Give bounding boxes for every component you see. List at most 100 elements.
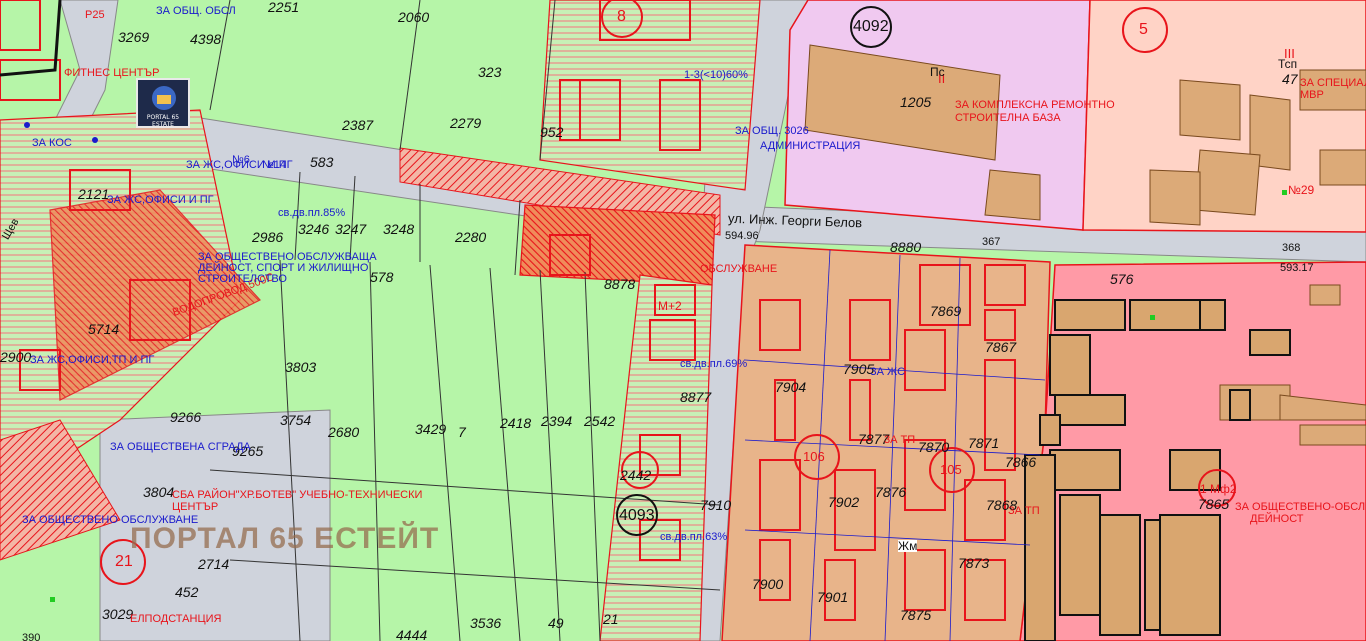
zone-label: 4092 [853,18,889,35]
zone-label: 106 [803,449,825,464]
parcel-number: 2680 [328,424,360,440]
parcel-number: 47 [1282,71,1298,87]
parcel-number: 2121 [78,186,110,202]
zone-text: МВР [1300,89,1324,101]
zone-text: ЗА ЖС,ОФИСИ,ТП И ПГ [30,354,155,366]
parcel-number: 3803 [285,359,317,375]
parcel-number: 21 [603,611,619,627]
elevation: 594.96 [725,230,759,242]
parcel-number: 8877 [680,389,712,405]
parcel-number: 2251 [268,0,300,15]
parcel-number: 576 [1110,271,1134,287]
zone-text: ЗА ОБЩ. 3026 [735,125,809,137]
parcel-number: 7867 [985,339,1017,355]
parcel-number: 3804 [143,484,175,500]
parcel-number: 2542 [584,413,616,429]
parcel-number: 7876 [875,484,907,500]
parcel-number: 3269 [118,29,150,45]
zone-text: ЦЕНТЪР [172,501,219,513]
zone-text: ЕЛПОДСТАНЦИЯ [130,613,222,625]
parcel-number: 390 [22,632,41,641]
zone-text: ЗА ЖС,ОФИСИ И ПГ [107,194,214,206]
zone-text: СБА РАЙОН"ХР.БОТЕВ" УЧЕБНО-ТЕХНИЧЕСКИ [172,489,423,501]
parcel-number: 2986 [252,229,284,245]
parcel-number: 2418 [500,415,532,431]
parcel-number: 4398 [190,31,222,47]
zone-text: св.дв.пл.69% [680,358,748,370]
zone-text: 3А ТП [884,434,916,446]
parcel-number: 9266 [170,409,202,425]
parcel-number: 3029 [102,606,134,622]
parcel-number: 7871 [968,435,1000,451]
parcel-number: 3246 [298,221,330,237]
parcel-number: 8878 [604,276,636,292]
survey-point: 368 [1282,242,1301,254]
parcel-number: 2060 [398,9,430,25]
zone-label: 105 [940,462,962,477]
parcel-number: 1205 [900,94,932,110]
parcel-number: 3536 [470,615,502,631]
zone-text: СТРОИТЕЛНА БАЗА [955,112,1061,124]
zone-label: 8 [617,8,626,25]
parcel-number: 2280 [455,229,487,245]
house-icon [152,86,176,110]
zone-text: ЗА ЖС [870,366,906,378]
parcel-number: 7875 [900,607,932,623]
parcel-number: 452 [175,584,199,600]
parcel-number: 7873 [958,555,990,571]
zone-text: ЗА ОБЩЕСТВЕНО ОБСЛУЖВАНЕ [22,514,199,526]
zone-text: св.дв.пл.85% [278,207,346,219]
parcel-number: 7901 [817,589,849,605]
zone-text: ЗА ОБЩЕСТВЕНО-ОБСЛУЖ [1235,501,1366,513]
parcel-number: 952 [540,124,564,140]
zone-text: ОБСЛУЖВАНЕ [700,263,778,275]
parcel-number: 578 [370,269,394,285]
parcel-number: 7 [458,424,466,440]
zone-text: ЗА ТП [1008,505,1040,517]
cadastral-map[interactable]: PORTAL 65 ESTATE ПОРТАЛ 65 ЕСТЕЙТ ул. Ин… [0,0,1366,641]
parcel-number: 4444 [396,627,428,641]
hatched-strip-1 [539,0,761,191]
survey-point: 367 [982,236,1001,248]
zone-label: 4093 [619,507,655,524]
parcel-number: 2387 [342,117,374,133]
zone-text: P25 [85,9,105,21]
parcel-number: 3248 [383,221,415,237]
zone-label: 21 [115,553,133,570]
parcel-number: 5714 [88,321,120,337]
zone-text: №14 [262,159,287,171]
zone-text: ЗА ОБЩ. ОБСЛ [156,5,236,17]
parcel-number: 49 [548,615,564,631]
zone-text: Тсп [1278,57,1298,71]
zone-text: №29 [1288,183,1315,197]
zone-text: №6 [232,154,250,166]
parcel-number: 583 [310,154,334,170]
parcel-number: 2394 [541,413,573,429]
zone-text: ЗА СПЕЦИАЛ [1300,77,1366,89]
portal-logo[interactable]: PORTAL 65 ESTATE [136,78,190,128]
parcel-number: 8880 [890,239,922,255]
parcel-number: 7866 [1005,454,1037,470]
zone-text: ЗА КОС [32,137,72,149]
zone-text: Жм [898,539,918,553]
parcel-number: 2900 [0,349,32,365]
zone-label: 5 [1139,21,1148,38]
zone-text: ДЕЙНОСТ [1250,513,1304,525]
zone-text: св.дв.пл.63% [660,531,728,543]
parcel-number: 3429 [415,421,447,437]
zone-text: ФИТНЕС ЦЕНТЪР [64,67,160,79]
zone-text: ЗА ОБЩЕСТВЕНА СГРАДА [110,441,251,453]
zone-text: М+2 [658,299,682,313]
parcel-number: 3754 [280,412,312,428]
parcel-number: 7865 [1198,496,1230,512]
zone-text: СТРОИТЕЛСТВО [198,273,287,285]
parcel-number: 7869 [930,303,962,319]
parcel-number: 2442 [620,467,652,483]
parcel-number: 7904 [775,379,807,395]
zone-text: ЗА КОМПЛЕКСНА РЕМОНТНО [955,99,1115,111]
parcel-number: 7870 [918,439,950,455]
parcel-number: 323 [478,64,502,80]
parcel-number: 2714 [198,556,230,572]
zone-text: АДМИНИСТРАЦИЯ [760,140,861,152]
parcel-number: 3247 [335,221,367,237]
